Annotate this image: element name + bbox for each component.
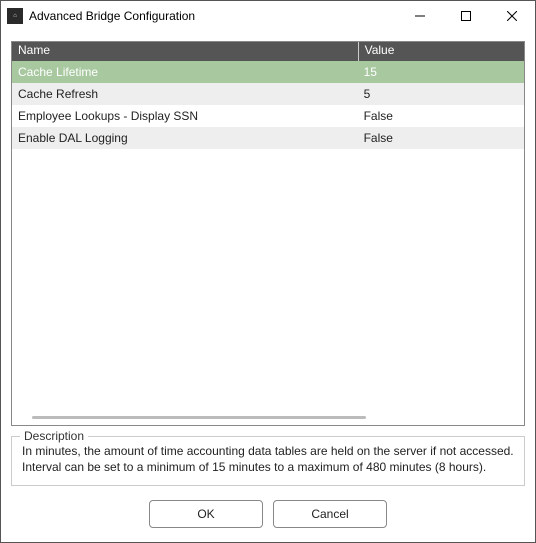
table-row[interactable]: Enable DAL Logging False [12,127,524,149]
column-header-value[interactable]: Value [358,42,524,61]
table-row[interactable]: Cache Refresh 5 [12,83,524,105]
cell-value: False [358,131,524,145]
cell-name: Cache Lifetime [12,65,358,79]
column-header-name[interactable]: Name [12,42,358,61]
titlebar: ⌂ Advanced Bridge Configuration [1,1,535,31]
button-bar: OK Cancel [1,486,535,542]
description-label: Description [20,429,88,443]
grid-body: Cache Lifetime 15 Cache Refresh 5 Employ… [12,61,524,425]
ok-button[interactable]: OK [149,500,263,528]
settings-grid[interactable]: Name Value Cache Lifetime 15 Cache Refre… [11,41,525,426]
horizontal-scrollbar[interactable] [22,416,514,419]
cell-value: False [358,109,524,123]
grid-header: Name Value [12,42,524,61]
window-title: Advanced Bridge Configuration [29,9,397,23]
cell-name: Employee Lookups - Display SSN [12,109,358,123]
cell-name: Enable DAL Logging [12,131,358,145]
app-icon: ⌂ [7,8,23,24]
table-row[interactable]: Employee Lookups - Display SSN False [12,105,524,127]
table-row[interactable]: Cache Lifetime 15 [12,61,524,83]
app-icon-glyph: ⌂ [13,13,17,19]
window-controls [397,1,535,31]
cancel-button[interactable]: Cancel [273,500,387,528]
scrollbar-thumb[interactable] [32,416,367,419]
maximize-icon [461,11,471,21]
window: ⌂ Advanced Bridge Configuration Name Val… [0,0,536,543]
description-text: In minutes, the amount of time accountin… [22,443,514,475]
cell-value: 15 [358,65,524,79]
cell-name: Cache Refresh [12,87,358,101]
close-button[interactable] [489,1,535,31]
minimize-button[interactable] [397,1,443,31]
maximize-button[interactable] [443,1,489,31]
content-area: Name Value Cache Lifetime 15 Cache Refre… [1,31,535,486]
close-icon [507,11,517,21]
minimize-icon [415,11,425,21]
cell-value: 5 [358,87,524,101]
description-panel: Description In minutes, the amount of ti… [11,436,525,486]
